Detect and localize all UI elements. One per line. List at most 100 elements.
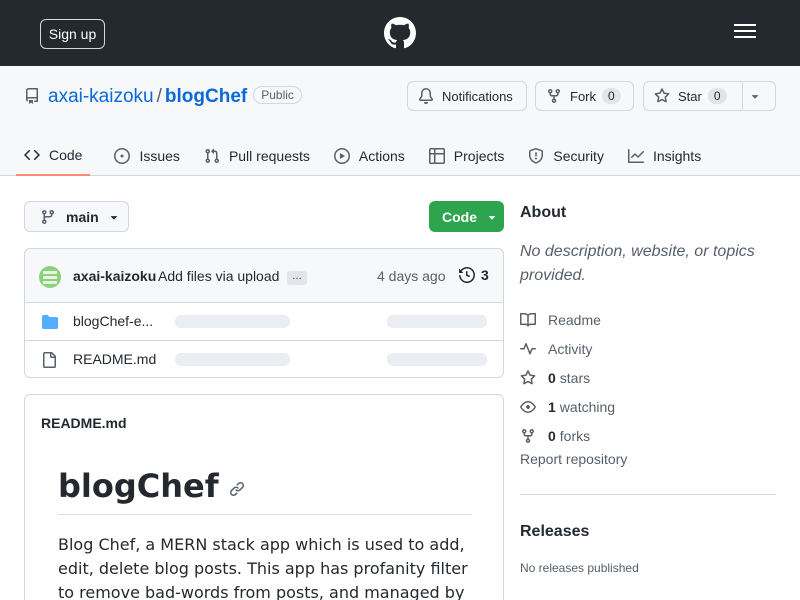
repository-header: axai-kaizoku / blogChef Public Notification…	[0, 66, 800, 176]
tab-insights[interactable]: Insights	[627, 136, 701, 176]
tab-projects[interactable]: Projects	[428, 136, 505, 176]
star-button[interactable]: Star 0	[643, 81, 743, 111]
releases-heading[interactable]: Releases	[520, 523, 589, 541]
file-browser: axai-kaizoku Add files via upload … 4 da…	[24, 248, 504, 378]
about-links: Readme Activity 0 stars 1 watching 0 for…	[520, 305, 615, 450]
divider	[58, 514, 472, 515]
loading-placeholder	[175, 315, 290, 328]
about-description: No description, website, or topics provi…	[520, 243, 755, 284]
stars-label: stars	[559, 369, 591, 386]
watching-link[interactable]: 1 watching	[520, 392, 615, 421]
repo-title: axai-kaizoku / blogChef Public	[48, 86, 302, 108]
readme-paragraph: Blog Chef, a MERN stack app which is use…	[58, 535, 468, 600]
tab-actions[interactable]: Actions	[333, 136, 405, 176]
forks-count: 0	[548, 427, 556, 444]
github-octocat-icon[interactable]	[384, 17, 416, 49]
folder-icon	[42, 315, 58, 329]
commit-expand-button[interactable]: …	[287, 271, 307, 285]
stars-link[interactable]: 0 stars	[520, 363, 615, 392]
table-icon	[428, 148, 445, 164]
readme-heading: blogChef	[58, 467, 245, 505]
branch-label: main	[66, 208, 99, 225]
repo-separator: /	[156, 86, 162, 107]
watching-count: 1	[548, 398, 556, 415]
issue-icon	[114, 148, 131, 164]
star-list-dropdown-button[interactable]	[742, 81, 776, 111]
pull-request-icon	[205, 148, 219, 164]
play-icon	[333, 148, 350, 164]
stars-count: 0	[548, 369, 556, 386]
star-count: 0	[707, 88, 727, 104]
graph-icon	[627, 149, 644, 163]
watching-label: watching	[559, 398, 616, 415]
tab-pull-requests[interactable]: Pull requests	[204, 136, 310, 176]
file-name-link[interactable]: blogChef-e...	[73, 313, 153, 329]
link-icon[interactable]	[229, 481, 245, 497]
commit-history-link[interactable]: 3	[459, 267, 489, 283]
loading-placeholder	[387, 315, 487, 328]
sign-up-button[interactable]: Sign up	[40, 19, 105, 49]
tab-projects-label: Projects	[453, 148, 505, 164]
code-dropdown-button[interactable]: Code	[429, 201, 504, 232]
site-header: Sign up	[0, 0, 800, 66]
readme-filename[interactable]: README.md	[41, 415, 127, 431]
about-heading: About	[520, 204, 567, 221]
eye-icon	[520, 400, 536, 413]
list-item[interactable]: README.md	[25, 340, 503, 377]
triangle-down-icon	[751, 95, 759, 99]
notifications-button[interactable]: Notifications	[407, 81, 527, 111]
tab-security[interactable]: Security	[528, 136, 604, 176]
branch-select-button[interactable]: main	[24, 201, 129, 232]
no-releases-text: No releases published	[520, 561, 639, 575]
divider	[520, 494, 776, 495]
commit-count: 3	[481, 267, 489, 283]
readme-link-label: Readme	[548, 311, 601, 328]
file-name-link[interactable]: README.md	[73, 351, 156, 367]
tab-issues[interactable]: Issues	[114, 136, 180, 176]
triangle-down-icon	[488, 215, 496, 220]
loading-placeholder	[387, 353, 487, 366]
repo-name-link[interactable]: blogChef	[165, 86, 247, 107]
fork-icon	[522, 428, 534, 443]
file-icon	[43, 352, 56, 368]
report-repository-link[interactable]: Report repository	[520, 451, 627, 467]
bell-icon	[418, 88, 433, 104]
list-item[interactable]: blogChef-e...	[25, 303, 503, 340]
notifications-label: Notifications	[442, 88, 513, 104]
commit-author-link[interactable]: axai-kaizoku	[73, 268, 156, 284]
code-icon	[24, 149, 40, 161]
tab-pull-requests-label: Pull requests	[228, 148, 310, 164]
star-icon	[520, 369, 536, 384]
fork-label: Fork	[570, 88, 596, 104]
readme-panel: README.md blogChef Blog Chef, a MERN sta…	[24, 394, 504, 600]
forks-link[interactable]: 0 forks	[520, 421, 615, 450]
fork-icon	[548, 89, 560, 104]
readme-link[interactable]: Readme	[520, 305, 615, 334]
pulse-icon	[520, 342, 536, 354]
star-label: Star	[678, 88, 702, 104]
visibility-badge: Public	[253, 86, 302, 104]
loading-placeholder	[175, 353, 290, 366]
activity-link[interactable]: Activity	[520, 334, 615, 363]
tab-security-label: Security	[553, 148, 604, 164]
repo-nav-tabs: Code Issues Pull requests Actions Projec…	[16, 136, 725, 176]
hamburger-menu-icon[interactable]	[734, 24, 756, 42]
history-icon	[459, 267, 475, 283]
fork-count: 0	[602, 88, 621, 104]
shield-icon	[529, 148, 544, 164]
activity-link-label: Activity	[548, 340, 593, 357]
book-icon	[520, 312, 536, 326]
commit-time: 4 days ago	[377, 268, 446, 284]
tab-code[interactable]: Code	[16, 136, 91, 176]
avatar[interactable]	[39, 266, 61, 288]
fork-button[interactable]: Fork 0	[535, 81, 634, 111]
git-branch-icon	[41, 209, 54, 224]
tab-code-label: Code	[49, 147, 83, 163]
readme-title: blogChef	[58, 467, 219, 505]
star-icon	[654, 88, 670, 103]
tab-actions-label: Actions	[358, 148, 405, 164]
commit-message-link[interactable]: Add files via upload	[158, 268, 279, 284]
latest-commit-row: axai-kaizoku Add files via upload … 4 da…	[25, 249, 503, 303]
repo-owner-link[interactable]: axai-kaizoku	[48, 86, 154, 107]
triangle-down-icon	[110, 215, 117, 220]
